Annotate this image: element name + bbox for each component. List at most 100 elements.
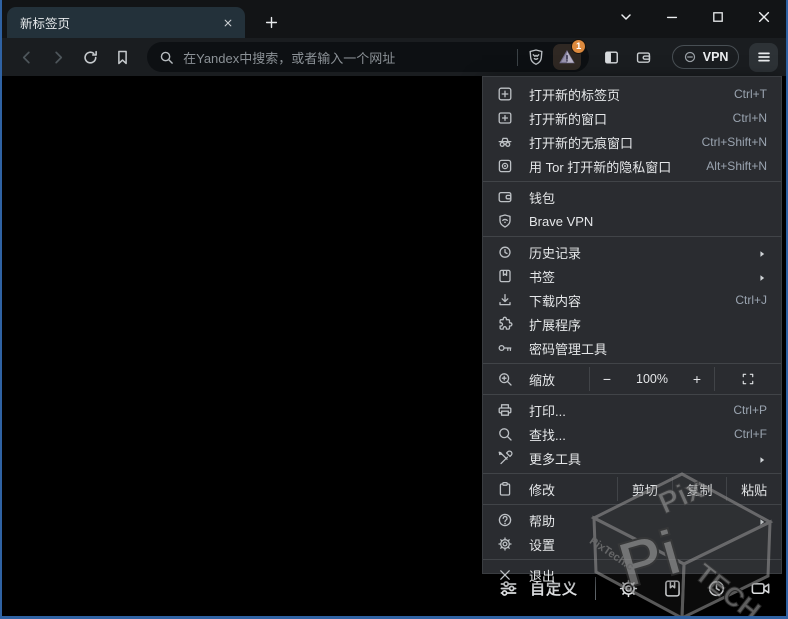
menu-item-label: 修改 [529,482,556,498]
browser-window: 新标签页 在Yandex中搜索，或者输入一个网址 1 VPN 自定义 打开新的标… [0,0,788,619]
menu-separator [483,363,781,364]
menu-item-new-tab[interactable]: 打开新的标签页 Ctrl+T [483,82,781,106]
chevron-down-icon [621,14,631,20]
back-icon [22,51,30,63]
menu-item-download[interactable]: 下载内容 Ctrl+J [483,288,781,312]
menu-item-gear[interactable]: 设置 [483,532,781,556]
new-tab-button[interactable] [258,9,284,35]
close-window-button[interactable] [755,8,773,26]
menu-item-key[interactable]: 密码管理工具 [483,336,781,360]
close-icon [758,11,770,23]
back-button[interactable] [16,46,36,68]
menu-item-label: 扩展程序 [529,317,582,333]
wallet-card-icon [636,51,651,63]
menu-item-label: 书签 [529,269,556,285]
brave-shield-icon[interactable] [527,48,545,66]
tor-icon [497,158,513,174]
menu-item-tor[interactable]: 用 Tor 打开新的隐私窗口 Alt+Shift+N [483,154,781,178]
bookmark-flag-icon [118,50,128,64]
gear-icon [497,536,513,552]
menu-item-tools[interactable]: 更多工具 [483,446,781,470]
menu-item-printer[interactable]: 打印... Ctrl+P [483,398,781,422]
menu-item-edit[interactable]: 修改 剪切 复制 粘贴 [483,477,781,501]
incognito-icon [497,134,513,150]
menu-separator [483,181,781,182]
tab-search-button[interactable] [617,8,635,26]
download-icon [497,292,513,308]
menu-item-label: 退出 [529,568,556,584]
menu-item-close[interactable]: 退出 [483,563,781,587]
minimize-button[interactable] [663,8,681,26]
main-menu-button[interactable] [749,42,779,72]
extensions-icon [497,316,513,332]
menu-item-label: 打开新的无痕窗口 [529,135,634,151]
vpn-label: VPN [702,50,729,64]
search-icon [160,51,173,64]
vpn-button[interactable]: VPN [671,45,740,69]
refresh-icon [84,50,98,64]
submenu-arrow-icon [757,515,767,525]
main-menu-dropdown: 打开新的标签页 Ctrl+T 打开新的窗口 Ctrl+N 打开新的无痕窗口 Ctrl+Sh… [482,76,782,584]
menu-item-extensions[interactable]: 扩展程序 [483,312,781,336]
wallet-button[interactable] [633,46,653,68]
menu-item-label: 钱包 [529,190,556,206]
window-controls [617,2,773,32]
menu-item-shortcut: Ctrl+P [733,403,767,417]
menu-item-shortcut: Ctrl+T [734,87,767,101]
menu-item-label: 用 Tor 打开新的隐私窗口 [529,159,672,175]
close-icon [497,567,513,583]
menu-item-bookmarks[interactable]: 书签 [483,264,781,288]
edit-action-0[interactable]: 剪切 [618,480,672,499]
menu-item-label: Brave VPN [529,213,594,229]
zoom-in-icon [497,371,513,387]
refresh-button[interactable] [81,46,101,68]
zoom-in-button[interactable]: + [680,371,714,387]
tab-close-icon[interactable] [219,14,237,32]
maximize-button[interactable] [709,8,727,26]
plus-icon [265,16,277,28]
menu-separator [483,504,781,505]
menu-item-vpn-shield[interactable]: Brave VPN [483,209,781,233]
sidebar-panel-icon [604,50,618,64]
minimize-icon [666,16,678,19]
submenu-arrow-icon [757,453,767,463]
address-bar[interactable]: 在Yandex中搜索，或者输入一个网址 1 [147,39,590,72]
menu-item-label: 更多工具 [529,451,582,467]
menu-item-zoom[interactable]: 缩放 −100% + [483,367,781,391]
forward-button[interactable] [48,46,68,68]
menu-item-incognito[interactable]: 打开新的无痕窗口 Ctrl+Shift+N [483,130,781,154]
new-window-icon [497,110,513,126]
help-icon [497,512,513,528]
hamburger-icon [757,52,770,62]
titlebar: 新标签页 [2,0,786,38]
menu-item-history[interactable]: 历史记录 [483,240,781,264]
menu-item-label: 打开新的标签页 [529,87,621,103]
toolbar: 在Yandex中搜索，或者输入一个网址 1 VPN [2,38,786,76]
sidebar-button[interactable] [601,46,621,68]
warning-badge: 1 [571,39,587,54]
menu-separator [483,473,781,474]
menu-item-label: 查找... [529,427,566,443]
maximize-icon [713,12,723,22]
fullscreen-button[interactable] [715,372,781,386]
tab-title: 新标签页 [20,17,71,31]
bookmark-page-button[interactable] [113,46,133,68]
edit-action-1[interactable]: 复制 [673,480,727,499]
menu-item-label: 帮助 [529,513,556,529]
menu-item-help[interactable]: 帮助 [483,508,781,532]
tab-new-tab-page[interactable]: 新标签页 [7,7,245,38]
printer-icon [497,402,513,418]
edit-action-2[interactable]: 粘贴 [727,480,781,499]
address-input[interactable]: 在Yandex中搜索，或者输入一个网址 [183,48,508,67]
clipboard-icon [497,481,513,497]
bookmarks-icon [497,268,513,284]
menu-item-wallet[interactable]: 钱包 [483,185,781,209]
menu-item-shortcut: Ctrl+J [735,293,767,307]
menu-item-new-window[interactable]: 打开新的窗口 Ctrl+N [483,106,781,130]
menu-item-label: 缩放 [529,372,556,388]
submenu-arrow-icon [757,247,767,257]
zoom-out-button[interactable]: − [590,371,624,387]
menu-item-find[interactable]: 查找... Ctrl+F [483,422,781,446]
connection-warning-button[interactable]: 1 [553,39,587,70]
history-icon [497,244,513,260]
